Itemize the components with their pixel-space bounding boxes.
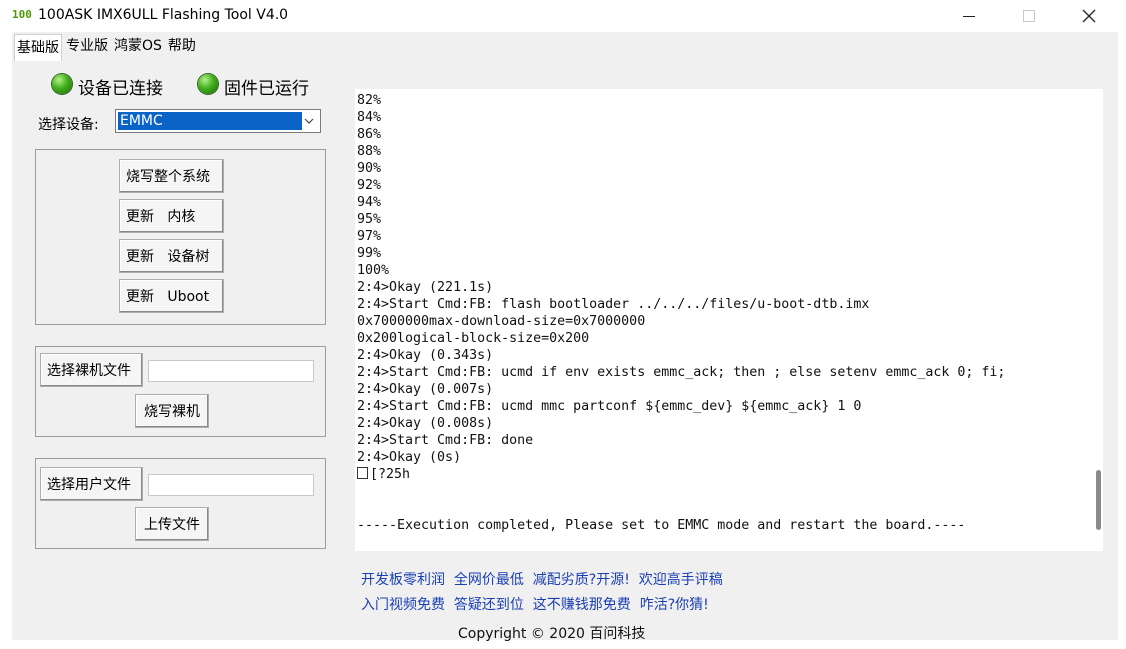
log-line: 97% bbox=[357, 229, 382, 244]
menu-basic[interactable]: 基础版 bbox=[14, 33, 62, 61]
log-line: 0x7000000max-download-size=0x7000000 bbox=[357, 314, 646, 329]
log-line: 2:4>Start Cmd:FB: flash bootloader ../..… bbox=[357, 297, 870, 312]
device-connected-label: 设备已连接 bbox=[78, 79, 163, 99]
log-completion-line: -----Execution completed, Please set to … bbox=[357, 518, 966, 533]
user-file-path-field[interactable] bbox=[148, 474, 314, 496]
log-scrollbar[interactable] bbox=[1103, 89, 1118, 551]
unknown-char-icon bbox=[357, 467, 368, 479]
log-line: 92% bbox=[357, 178, 382, 193]
log-line: 0x200logical-block-size=0x200 bbox=[357, 331, 590, 346]
device-select-label: 选择设备: bbox=[38, 117, 99, 133]
log-escape-line: [?25h bbox=[357, 466, 1005, 483]
title-bar: 100 100ASK IMX6ULL Flashing Tool V4.0 bbox=[0, 0, 1126, 32]
minimize-button[interactable] bbox=[946, 0, 992, 32]
device-select-value: EMMC bbox=[118, 112, 302, 130]
menu-help[interactable]: 帮助 bbox=[166, 32, 198, 60]
log-line: 2:4>Okay (0.008s) bbox=[357, 416, 494, 431]
menu-bar: 基础版 专业版 鸿蒙OS 帮助 bbox=[12, 32, 198, 61]
log-blank-line bbox=[357, 500, 1005, 517]
log-line: 99% bbox=[357, 246, 382, 261]
log-line: 2:4>Okay (0s) bbox=[357, 450, 462, 465]
firmware-running-led-icon bbox=[198, 74, 218, 94]
update-kernel-button[interactable]: 更新 内核 bbox=[119, 199, 224, 233]
log-line: 100% bbox=[357, 263, 390, 278]
flash-bare-button[interactable]: 烧写裸机 bbox=[135, 394, 209, 428]
close-button[interactable] bbox=[1066, 0, 1112, 32]
copyright-text: Copyright © 2020 百问科技 bbox=[458, 626, 646, 642]
log-line: 86% bbox=[357, 127, 382, 142]
log-output[interactable]: 82% 84% 86% 88% 90% 92% 94% 95% 97% 99% 100% 2:4>Ok… bbox=[355, 89, 1103, 551]
log-line: 2:4>Okay (0.343s) bbox=[357, 348, 494, 363]
app-logo-icon: 100 bbox=[12, 8, 32, 21]
close-icon bbox=[1082, 9, 1096, 23]
update-uboot-button[interactable]: 更新 Uboot bbox=[119, 279, 224, 313]
log-line: 2:4>Okay (221.1s) bbox=[357, 280, 494, 295]
maximize-button[interactable] bbox=[1006, 0, 1052, 32]
log-line: 95% bbox=[357, 212, 382, 227]
log-line: 2:4>Start Cmd:FB: ucmd if env exists emm… bbox=[357, 365, 1006, 380]
log-line: 2:4>Start Cmd:FB: done bbox=[357, 433, 534, 448]
window-title: 100ASK IMX6ULL Flashing Tool V4.0 bbox=[38, 7, 289, 23]
log-line: 84% bbox=[357, 110, 382, 125]
upload-file-button[interactable]: 上传文件 bbox=[135, 507, 209, 541]
promo-line-2: 入门视频免费 答疑还到位 这不赚钱那免费 咋活?你猜! bbox=[361, 597, 709, 613]
log-line: 82% bbox=[357, 93, 382, 108]
device-select[interactable]: EMMC bbox=[115, 109, 321, 133]
bare-file-path-field[interactable] bbox=[148, 360, 314, 382]
menu-pro[interactable]: 专业版 bbox=[64, 32, 110, 60]
main-window: 基础版 专业版 鸿蒙OS 帮助 设备已连接 固件已运行 选择设备: EMMC 烧… bbox=[12, 32, 1118, 642]
chevron-down-icon bbox=[304, 118, 314, 124]
device-connected-led-icon bbox=[52, 74, 72, 94]
promo-line-1: 开发板零利润 全网价最低 减配劣质?开源! 欢迎高手评稿 bbox=[361, 572, 723, 588]
menu-harmonyos[interactable]: 鸿蒙OS bbox=[112, 32, 164, 60]
flash-full-system-button[interactable]: 烧写整个系统 bbox=[119, 159, 224, 193]
firmware-running-label: 固件已运行 bbox=[224, 79, 309, 99]
log-scroll-thumb[interactable] bbox=[1096, 470, 1101, 530]
log-line: 2:4>Start Cmd:FB: ucmd mmc partconf ${em… bbox=[357, 399, 862, 414]
log-line: 94% bbox=[357, 195, 382, 210]
select-bare-file-button[interactable]: 选择裸机文件 bbox=[40, 353, 143, 387]
select-user-file-button[interactable]: 选择用户文件 bbox=[40, 467, 143, 501]
log-line: 90% bbox=[357, 161, 382, 176]
log-line: 88% bbox=[357, 144, 382, 159]
log-lines: 82% 84% 86% 88% 90% 92% 94% 95% 97% 99% 100% 2:4>Ok… bbox=[357, 92, 1005, 534]
log-blank-line bbox=[357, 483, 1005, 500]
log-line: 2:4>Okay (0.007s) bbox=[357, 382, 494, 397]
update-device-tree-button[interactable]: 更新 设备树 bbox=[119, 239, 224, 273]
